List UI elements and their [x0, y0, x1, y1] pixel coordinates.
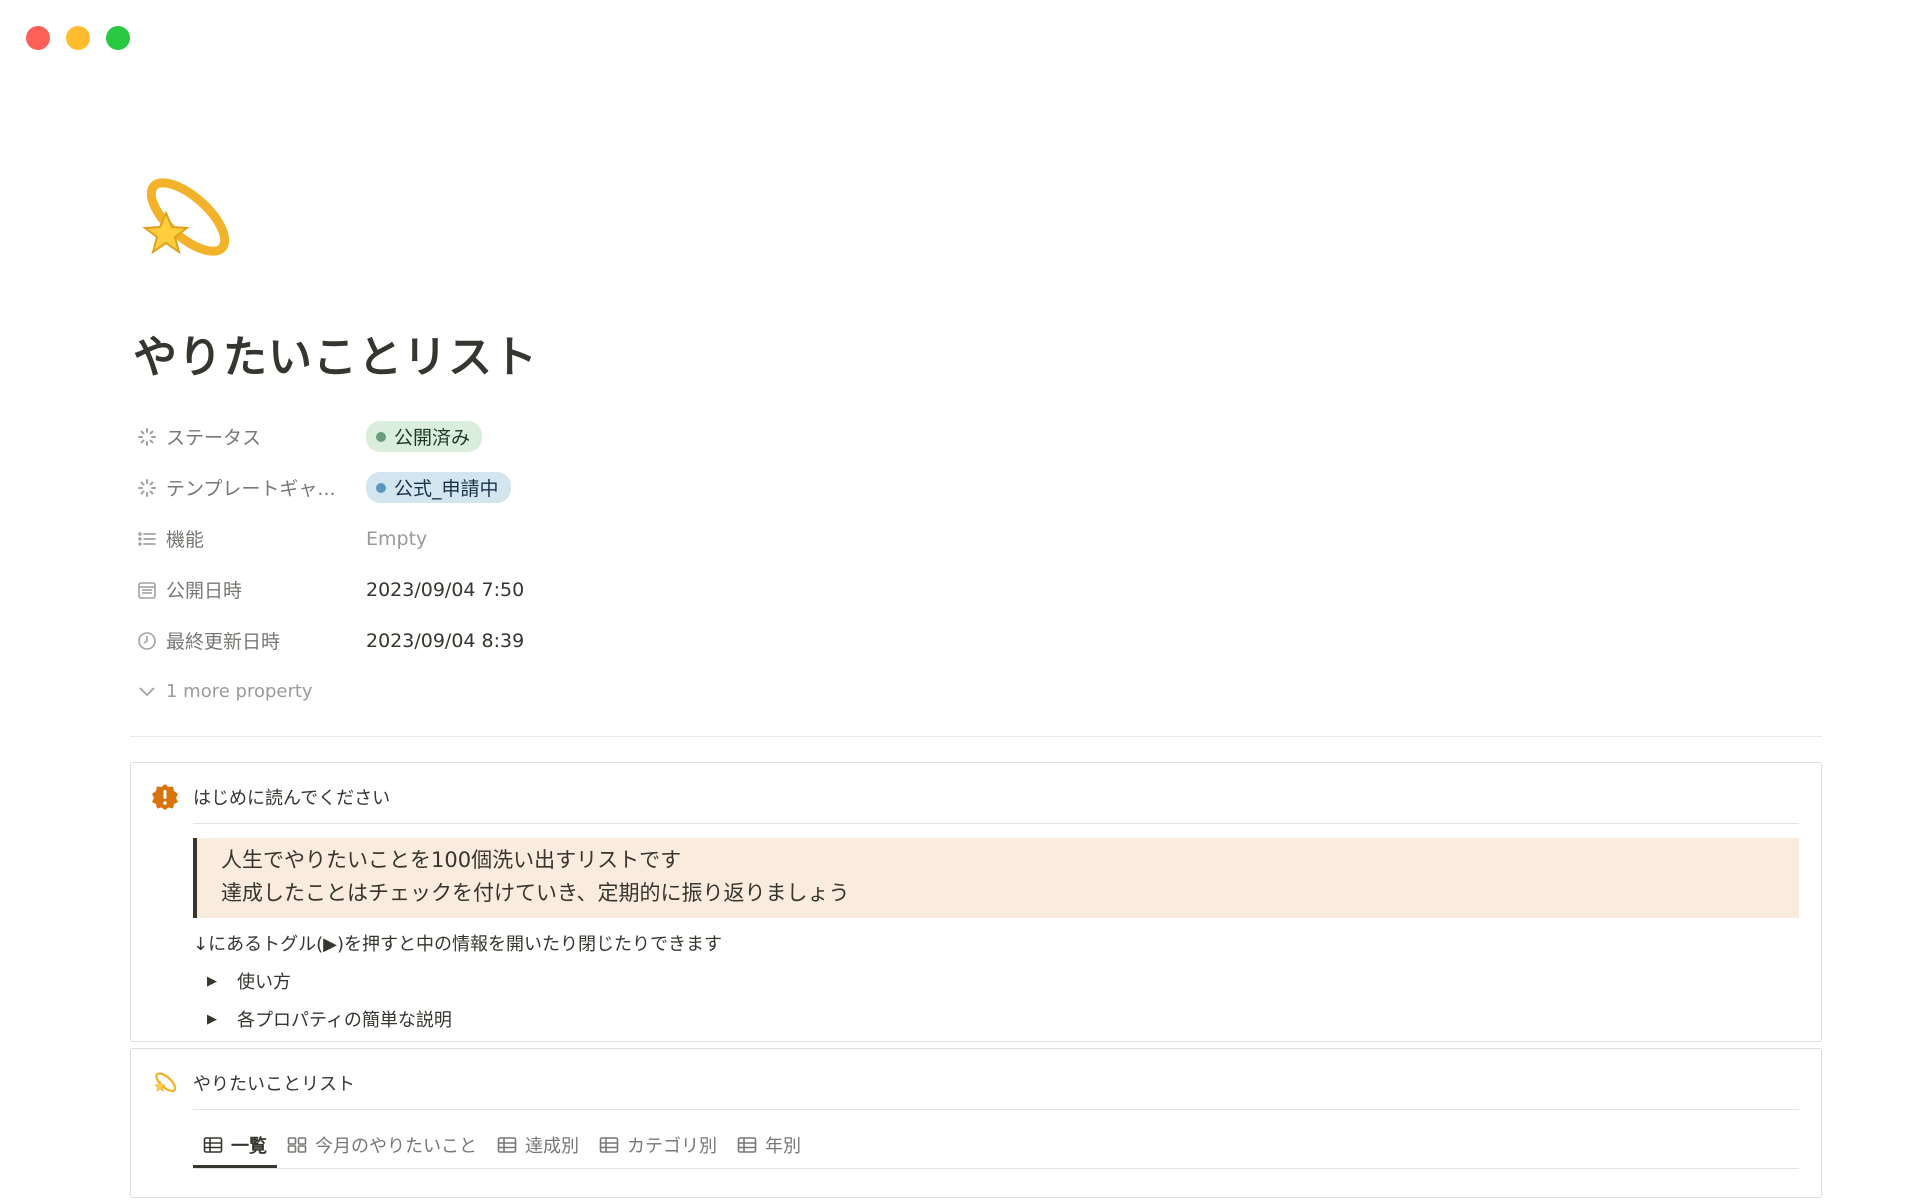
exclamation-badge-icon — [151, 783, 179, 811]
tab-label: 一覧 — [231, 1136, 267, 1157]
tab-this-month[interactable]: 今月のやりたいこと — [277, 1122, 487, 1168]
shooting-star-icon — [151, 1069, 179, 1097]
status-tag[interactable]: 公開済み — [366, 421, 483, 452]
property-value-empty[interactable]: Empty — [366, 528, 427, 550]
table-icon — [737, 1137, 757, 1153]
quote-block[interactable]: 人生でやりたいことを100個洗い出すリストです 達成したことはチェックを付けてい… — [193, 838, 1799, 918]
page-title[interactable]: やりたいことリスト — [133, 321, 1822, 385]
chevron-down-icon — [136, 686, 158, 698]
toggle-label: 使い方 — [237, 972, 291, 993]
tab-label: 達成別 — [525, 1136, 579, 1157]
view-tabs: 一覧 今月のやりたいこと 達成別 カテゴリ別 年別 — [193, 1122, 1799, 1168]
table-icon — [599, 1137, 619, 1153]
minimize-window-button[interactable] — [66, 26, 90, 50]
divider — [193, 823, 1799, 824]
quote-line: 人生でやりたいことを100個洗い出すリストです — [221, 848, 682, 872]
toggle-label: 各プロパティの簡単な説明 — [237, 1010, 452, 1031]
toggle-usage[interactable]: ▶ 使い方 — [193, 968, 1799, 994]
template-gallery-tag[interactable]: 公式_申請中 — [366, 472, 511, 503]
clock-icon — [136, 630, 158, 652]
more-property-label: 1 more property — [166, 681, 313, 702]
more-property-toggle[interactable]: 1 more property — [130, 666, 1822, 717]
tab-by-category[interactable]: カテゴリ別 — [589, 1122, 727, 1168]
database-block: やりたいことリスト 一覧 今月のやりたいこと 達成別 カテゴリ別 年別 — [130, 1048, 1822, 1198]
property-label: 公開日時 — [166, 580, 243, 602]
status-icon — [136, 426, 158, 448]
status-icon — [136, 477, 158, 499]
quote-line: 達成したことはチェックを付けていき、定期的に振り返りましょう — [221, 881, 850, 905]
toggle-triangle-icon[interactable]: ▶ — [201, 1012, 223, 1027]
tag-label: 公開済み — [394, 427, 471, 449]
last-edited-value[interactable]: 2023/09/04 8:39 — [366, 630, 524, 652]
property-label: ステータス — [166, 427, 262, 449]
property-row-published-date[interactable]: 公開日時 2023/09/04 7:50 — [130, 564, 1822, 615]
database-title[interactable]: やりたいことリスト — [193, 1065, 1799, 1101]
tab-by-achievement[interactable]: 達成別 — [487, 1122, 589, 1168]
divider — [193, 1168, 1799, 1169]
tab-label: 年別 — [765, 1136, 801, 1157]
callout-heading[interactable]: はじめに読んでください — [193, 779, 1799, 815]
property-row-template-gallery[interactable]: テンプレートギャ... 公式_申請中 — [130, 462, 1822, 513]
tab-label: 今月のやりたいこと — [315, 1136, 477, 1157]
list-icon — [136, 528, 158, 550]
shooting-star-icon[interactable] — [130, 165, 240, 275]
toggle-triangle-icon[interactable]: ▶ — [201, 974, 223, 989]
toggle-note[interactable]: ↓にあるトグル(▶)を押すと中の情報を開いたり閉じたりできます — [193, 930, 1799, 956]
toggle-property-description[interactable]: ▶ 各プロパティの簡単な説明 — [193, 1006, 1799, 1032]
calendar-icon — [136, 579, 158, 601]
tag-label: 公式_申請中 — [394, 478, 499, 500]
property-label: 機能 — [166, 529, 205, 551]
property-label: テンプレートギャ... — [166, 478, 336, 500]
window-controls — [26, 26, 130, 50]
table-icon — [203, 1137, 223, 1153]
callout-block: はじめに読んでください 人生でやりたいことを100個洗い出すリストです 達成した… — [130, 762, 1822, 1042]
property-row-status[interactable]: ステータス 公開済み — [130, 411, 1822, 462]
properties-panel: ステータス 公開済み テンプレートギャ... 公式_申請中 機能 Empty 公… — [130, 411, 1822, 717]
tab-label: カテゴリ別 — [627, 1136, 717, 1157]
table-icon — [497, 1137, 517, 1153]
gallery-icon — [287, 1137, 307, 1153]
property-row-feature[interactable]: 機能 Empty — [130, 513, 1822, 564]
page: やりたいことリスト ステータス 公開済み テンプレートギャ... 公式_申請中 … — [130, 165, 1822, 1198]
close-window-button[interactable] — [26, 26, 50, 50]
tab-by-year[interactable]: 年別 — [727, 1122, 811, 1168]
published-date-value[interactable]: 2023/09/04 7:50 — [366, 579, 524, 601]
tab-all[interactable]: 一覧 — [193, 1122, 277, 1168]
divider — [130, 736, 1822, 737]
property-label: 最終更新日時 — [166, 631, 281, 653]
divider — [193, 1109, 1799, 1110]
zoom-window-button[interactable] — [106, 26, 130, 50]
property-row-last-edited[interactable]: 最終更新日時 2023/09/04 8:39 — [130, 615, 1822, 666]
